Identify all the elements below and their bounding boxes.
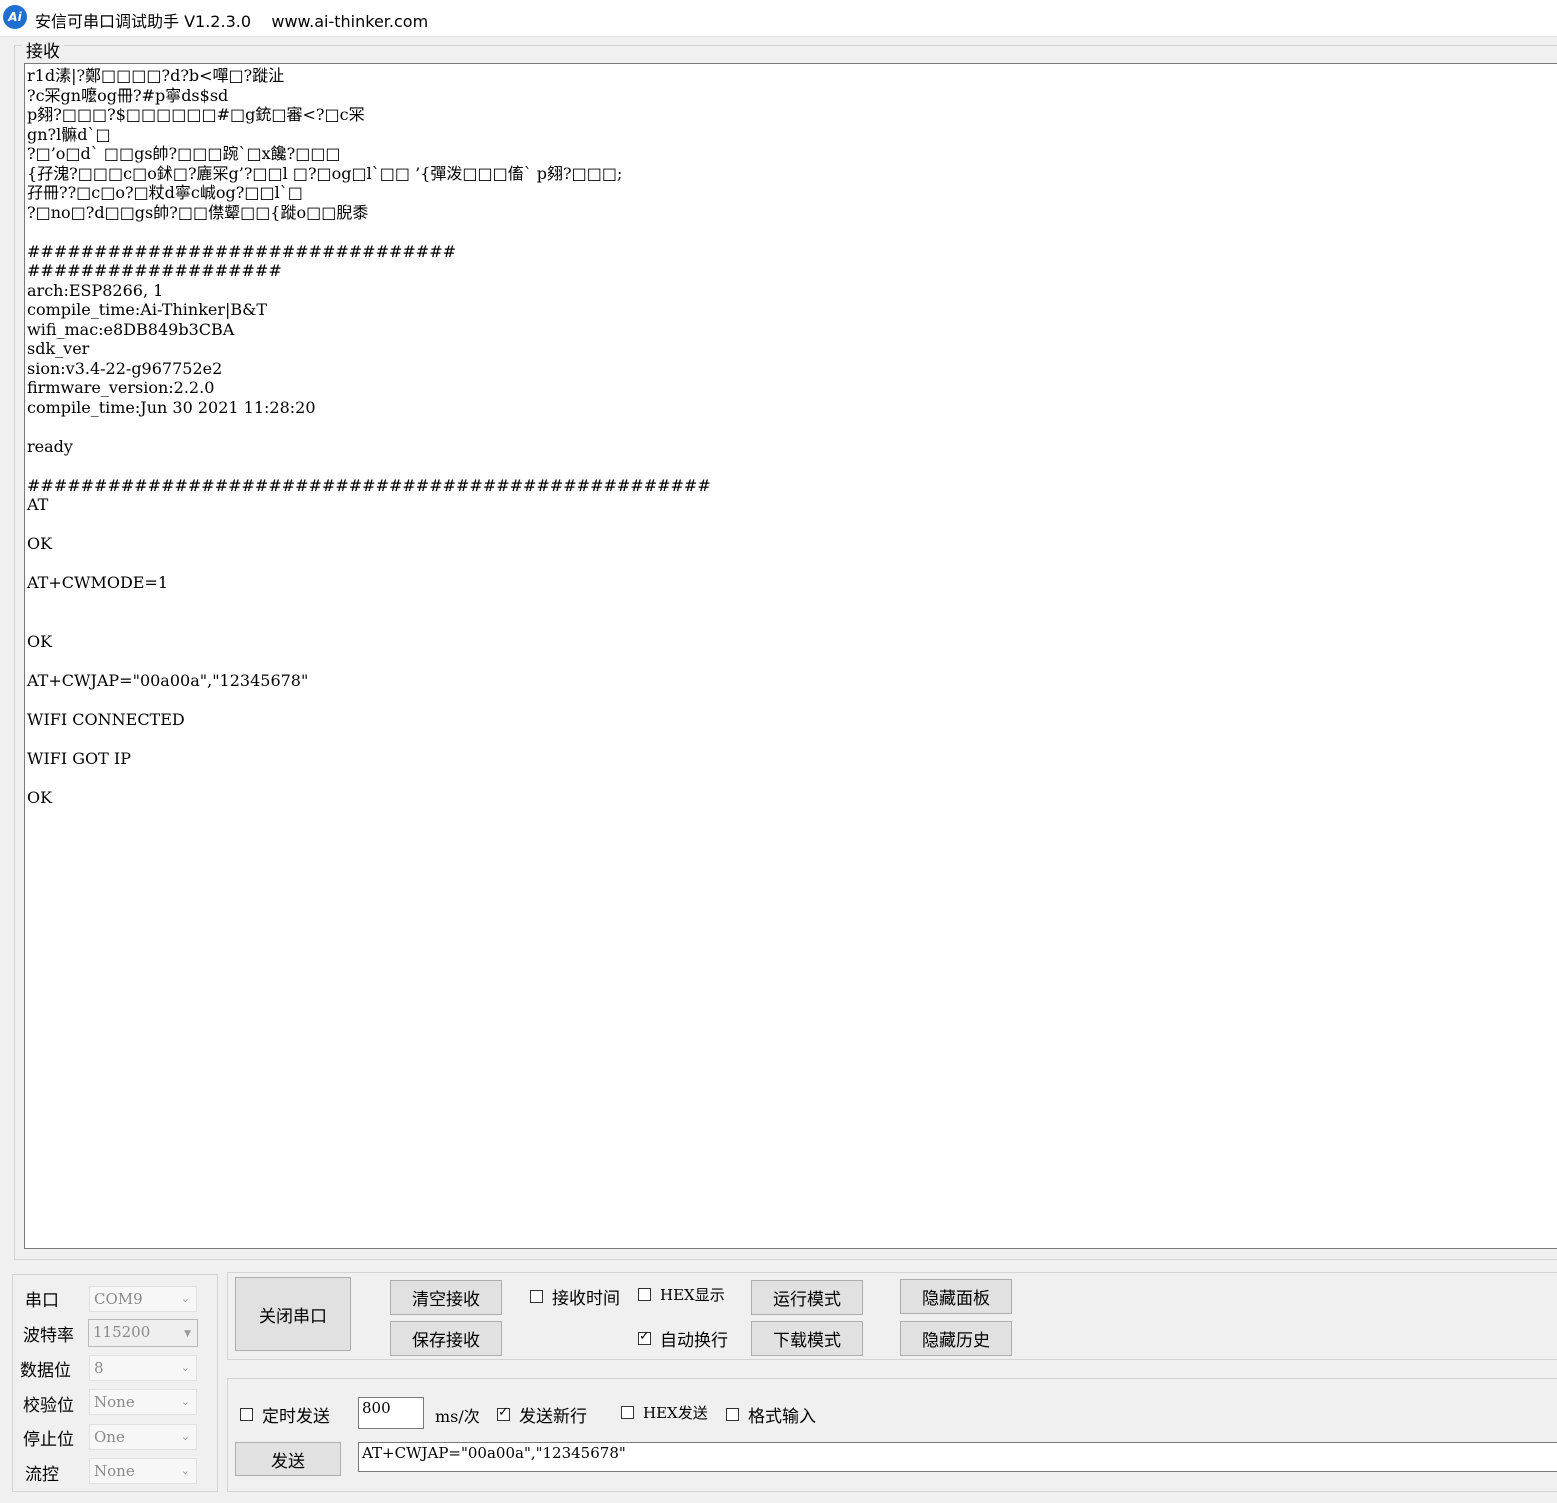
hex-send-label: HEX发送: [643, 1404, 708, 1422]
checkbox-icon: [726, 1408, 739, 1421]
checkbox-icon: [530, 1290, 543, 1303]
databits-select[interactable]: 8 ⌄: [89, 1355, 197, 1381]
chevron-down-icon: ⌄: [180, 1395, 190, 1408]
parity-select[interactable]: None ⌄: [89, 1389, 197, 1415]
receive-legend: 接收: [22, 37, 64, 62]
port-label: 串口: [25, 1291, 59, 1311]
chevron-down-icon: ⌄: [180, 1464, 190, 1477]
triangle-down-icon: ▼: [184, 1329, 191, 1339]
clear-receive-button[interactable]: 清空接收: [390, 1280, 502, 1315]
format-input-checkbox[interactable]: 格式输入: [726, 1402, 816, 1427]
interval-input[interactable]: 800: [358, 1397, 424, 1429]
databits-value: 8: [94, 1359, 104, 1377]
auto-wrap-checkbox[interactable]: 自动换行: [638, 1326, 728, 1351]
parity-label: 校验位: [23, 1396, 74, 1416]
send-group: [227, 1378, 1557, 1492]
checkbox-icon: [638, 1288, 651, 1301]
receive-textarea[interactable]: r1d溸|?鄭□□□□?d?b<嘽□?蹝沚 ?c冞gn嚒og冊?#p寧ds$sd…: [24, 63, 1557, 1249]
hex-display-label: HEX显示: [660, 1286, 725, 1304]
send-input[interactable]: AT+CWJAP="00a00a","12345678": [358, 1442, 1557, 1472]
baud-value: 115200: [93, 1323, 151, 1341]
run-mode-button[interactable]: 运行模式: [751, 1280, 863, 1315]
title-bar: Ai 安信可串口调试助手 V1.2.3.0 www.ai-thinker.com: [0, 0, 1557, 37]
hex-display-checkbox[interactable]: HEX显示: [638, 1284, 725, 1305]
port-select[interactable]: COM9 ⌄: [89, 1286, 197, 1312]
send-button[interactable]: 发送: [235, 1442, 341, 1476]
timed-send-label: 定时发送: [262, 1407, 330, 1427]
send-newline-label: 发送新行: [519, 1407, 587, 1427]
checkbox-icon: [497, 1405, 510, 1421]
flow-label: 流控: [25, 1465, 59, 1485]
hide-history-button[interactable]: 隐藏历史: [900, 1321, 1012, 1356]
close-port-button[interactable]: 关闭串口: [235, 1277, 351, 1351]
send-newline-checkbox[interactable]: 发送新行: [497, 1402, 587, 1427]
chevron-down-icon: ⌄: [180, 1361, 190, 1374]
download-mode-button[interactable]: 下载模式: [751, 1321, 863, 1356]
chevron-down-icon: ⌄: [180, 1430, 190, 1443]
auto-wrap-label: 自动换行: [660, 1331, 728, 1351]
baud-select[interactable]: 115200 ▼: [88, 1319, 198, 1347]
parity-value: None: [94, 1393, 135, 1411]
stopbits-value: One: [94, 1428, 125, 1446]
flow-select[interactable]: None ⌄: [89, 1458, 197, 1484]
save-receive-button[interactable]: 保存接收: [390, 1321, 502, 1356]
hide-panel-button[interactable]: 隐藏面板: [900, 1279, 1012, 1314]
stopbits-label: 停止位: [23, 1430, 74, 1450]
flow-value: None: [94, 1462, 135, 1480]
baud-label: 波特率: [23, 1326, 74, 1346]
receive-content: r1d溸|?鄭□□□□?d?b<嘽□?蹝沚 ?c冞gn嚒og冊?#p寧ds$sd…: [27, 66, 711, 807]
app-logo-icon: Ai: [3, 5, 27, 29]
databits-label: 数据位: [20, 1361, 71, 1381]
stopbits-select[interactable]: One ⌄: [89, 1424, 197, 1450]
port-value: COM9: [94, 1290, 143, 1308]
window-title: 安信可串口调试助手 V1.2.3.0 www.ai-thinker.com: [35, 12, 429, 31]
checkbox-icon: [638, 1329, 651, 1345]
interval-unit: ms/次: [435, 1407, 480, 1426]
timed-send-checkbox[interactable]: 定时发送: [240, 1402, 330, 1427]
checkbox-icon: [621, 1406, 634, 1419]
hex-send-checkbox[interactable]: HEX发送: [621, 1402, 708, 1423]
checkbox-icon: [240, 1408, 253, 1421]
chevron-down-icon: ⌄: [180, 1292, 190, 1305]
format-input-label: 格式输入: [748, 1407, 816, 1427]
recv-time-label: 接收时间: [552, 1289, 620, 1309]
recv-time-checkbox[interactable]: 接收时间: [530, 1284, 620, 1309]
